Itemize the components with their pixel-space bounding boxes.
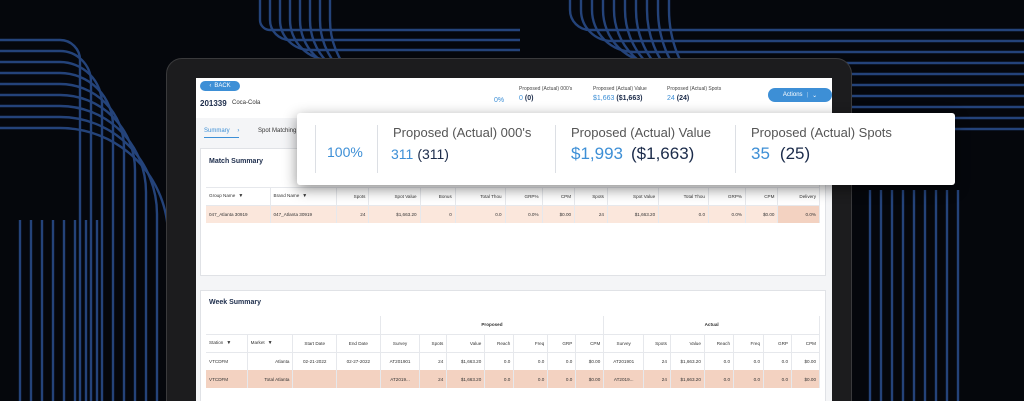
- col-cpm[interactable]: CPM: [542, 187, 576, 206]
- match-summary-title: Match Summary: [209, 158, 264, 165]
- metric-spots: Proposed (Actual) Spots 24 (24): [667, 86, 722, 102]
- col-actual-total-thou[interactable]: Total Thou: [658, 187, 709, 206]
- col-actual-grp[interactable]: GRP: [763, 334, 792, 353]
- divider: [555, 125, 556, 173]
- col-grp-pct[interactable]: GRP%: [505, 187, 543, 206]
- delivery-percent: 0%: [494, 97, 505, 104]
- col-reach[interactable]: Reach: [484, 334, 515, 353]
- col-actual-cpm[interactable]: CPM: [745, 187, 779, 206]
- col-freq[interactable]: Freq: [513, 334, 549, 353]
- col-cpm[interactable]: CPM: [575, 334, 605, 353]
- col-group-name[interactable]: Group Name ▼: [206, 187, 271, 206]
- group-actual: Actual: [603, 316, 820, 335]
- group-proposed: Proposed: [380, 316, 605, 335]
- week-summary-table: Proposed Actual Station ▼ Market ▼ Start D…: [206, 316, 820, 388]
- col-spot-value[interactable]: Spot Value: [368, 187, 421, 206]
- table-total-row[interactable]: VTCDFM Total Atlanta AT2019... 24 $1,663…: [206, 370, 820, 388]
- col-actual-reach[interactable]: Reach: [704, 334, 735, 353]
- col-spots[interactable]: Spots: [419, 334, 448, 353]
- week-summary-title: Week Summary: [209, 299, 262, 306]
- table-row[interactable]: 047_Atlanta 30919 047_Atlanta 30919 24 $…: [206, 205, 820, 223]
- filter-icon[interactable]: ▼: [238, 193, 243, 199]
- col-actual-grp-pct[interactable]: GRP%: [708, 187, 746, 206]
- col-delivery[interactable]: Delivery: [777, 187, 820, 206]
- divider: [315, 125, 316, 173]
- filter-icon[interactable]: ▼: [268, 340, 273, 346]
- back-button[interactable]: ‹ BACK: [200, 81, 240, 91]
- col-market[interactable]: Market ▼: [247, 334, 294, 353]
- col-actual-survey[interactable]: Survey: [603, 334, 645, 353]
- callout-delivery-percent: 100%: [327, 144, 363, 160]
- week-summary-panel: Week Summary Proposed Actual Station ▼ Ma…: [200, 290, 826, 401]
- col-actual-spots[interactable]: Spots: [574, 187, 608, 206]
- metrics-callout: 100% Proposed (Actual) 000's 311 (311) Pr…: [297, 113, 955, 185]
- col-station[interactable]: Station ▼: [206, 334, 248, 353]
- filter-icon[interactable]: ▼: [226, 340, 231, 346]
- tab-spot-matching[interactable]: Spot Matching: [258, 128, 296, 134]
- actions-button[interactable]: Actions | ⌄: [768, 88, 832, 102]
- col-actual-value[interactable]: Value: [670, 334, 705, 353]
- col-end-date[interactable]: End Date: [336, 334, 381, 353]
- divider: [377, 125, 378, 173]
- divider: [735, 125, 736, 173]
- col-grp[interactable]: GRP: [547, 334, 577, 353]
- chevron-right-icon: ›: [237, 128, 240, 134]
- callout-value-value: $1,993 ($1,663): [571, 144, 695, 163]
- col-bonus[interactable]: Bonus: [420, 187, 456, 206]
- metric-thousands: Proposed (Actual) 000's 0 (0): [519, 86, 573, 102]
- callout-value-thousands: 311 (311): [391, 146, 449, 162]
- col-spots[interactable]: Spots: [336, 187, 370, 206]
- callout-label-thousands: Proposed (Actual) 000's: [393, 125, 532, 140]
- metric-value: Proposed (Actual) Value $1,663 ($1,663): [593, 86, 647, 102]
- campaign-id: 201339: [200, 99, 227, 108]
- campaign-name: Coca-Cola: [232, 100, 261, 106]
- callout-value-spots: 35 (25): [751, 144, 811, 163]
- col-actual-spot-value[interactable]: Spot Value: [607, 187, 660, 206]
- chevron-down-icon: ⌄: [812, 92, 818, 99]
- col-brand-name[interactable]: Brand Name ▼: [270, 187, 337, 206]
- col-actual-cpm[interactable]: CPM: [791, 334, 820, 353]
- callout-label-spots: Proposed (Actual) Spots: [751, 125, 892, 140]
- chevron-left-icon: ‹: [209, 83, 212, 89]
- divider: |: [806, 92, 809, 98]
- table-row[interactable]: VTCDFM Atlanta 02-21-2022 02-27-2022 AT2…: [206, 352, 820, 370]
- col-start-date[interactable]: Start Date: [292, 334, 338, 353]
- col-value[interactable]: Value: [446, 334, 486, 353]
- callout-label-value: Proposed (Actual) Value: [571, 125, 711, 140]
- col-actual-freq[interactable]: Freq: [733, 334, 764, 353]
- filter-icon[interactable]: ▼: [302, 193, 307, 199]
- col-total-thou[interactable]: Total Thou: [455, 187, 506, 206]
- col-actual-spots[interactable]: Spots: [643, 334, 671, 353]
- top-bar: ‹ BACK 201339 Coca-Cola 0% Proposed (Act…: [196, 78, 832, 118]
- col-survey[interactable]: Survey: [380, 334, 421, 353]
- tab-summary[interactable]: Summary ›: [204, 128, 240, 138]
